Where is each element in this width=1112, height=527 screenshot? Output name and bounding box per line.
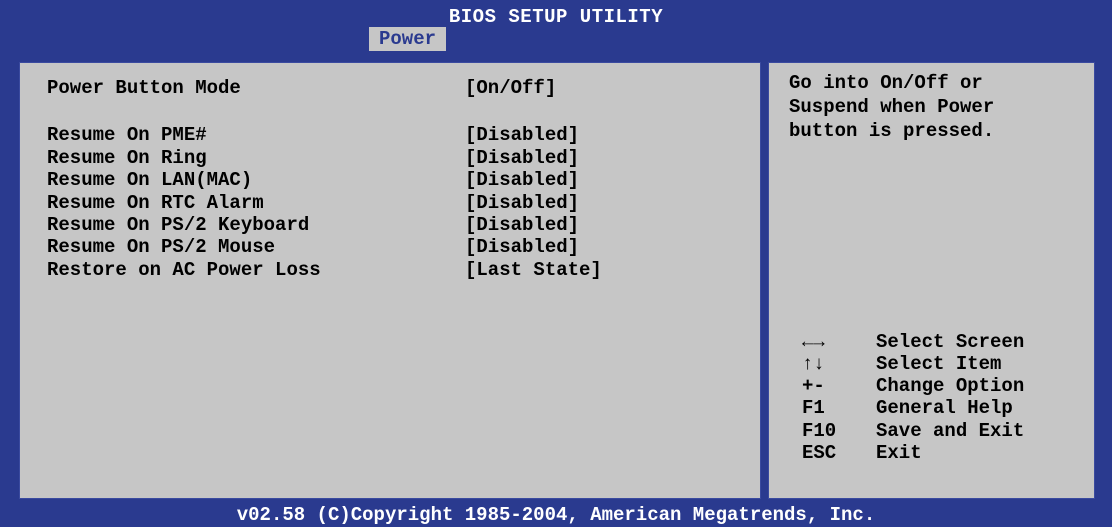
help-text: Go into On/Off or Suspend when Power but… <box>789 71 1079 143</box>
setting-value[interactable]: [Disabled] <box>465 191 579 215</box>
tab-power[interactable]: Power <box>369 27 446 51</box>
help-line: Go into On/Off or <box>789 72 983 94</box>
setting-value[interactable]: [Disabled] <box>465 235 579 259</box>
help-line: Suspend when Power <box>789 96 995 118</box>
setting-resume-on-ring[interactable]: Resume On Ring [Disabled] <box>47 146 647 170</box>
key-legend-select-item: ↑↓ Select Item <box>802 352 1092 376</box>
bios-title: BIOS SETUP UTILITY <box>448 6 664 28</box>
key-legend-change-option: +- Change Option <box>802 374 1092 398</box>
setting-label: Resume On PME# <box>47 124 207 146</box>
setting-label: Power Button Mode <box>47 77 241 99</box>
setting-resume-on-ps2-mouse[interactable]: Resume On PS/2 Mouse [Disabled] <box>47 235 647 259</box>
key-description: Select Screen <box>876 331 1025 353</box>
f1-key: F1 <box>802 397 825 419</box>
up-down-arrows-icon: ↑↓ <box>802 353 825 375</box>
key-legend-select-screen: ←→ Select Screen <box>802 330 1092 354</box>
key-description: Save and Exit <box>876 420 1025 442</box>
key-description: Select Item <box>876 353 1002 375</box>
key-description: Change Option <box>876 375 1025 397</box>
key-description: General Help <box>876 397 1013 419</box>
setting-resume-on-ps2-keyboard[interactable]: Resume On PS/2 Keyboard [Disabled] <box>47 213 647 237</box>
title-bar: BIOS SETUP UTILITY Power <box>0 0 1112 51</box>
key-legend-general-help: F1 General Help <box>802 396 1092 420</box>
setting-label: Resume On RTC Alarm <box>47 192 264 214</box>
setting-label: Resume On LAN(MAC) <box>47 169 253 191</box>
key-legend-exit: ESC Exit <box>802 441 1092 465</box>
setting-label: Resume On PS/2 Keyboard <box>47 214 310 236</box>
bios-screen: BIOS SETUP UTILITY Power Power Button Mo… <box>0 0 1112 527</box>
setting-value[interactable]: [Disabled] <box>465 168 579 192</box>
help-line: button is pressed. <box>789 120 995 142</box>
setting-label: Resume On PS/2 Mouse <box>47 236 276 258</box>
plus-minus-key: +- <box>802 375 825 397</box>
setting-value[interactable]: [Disabled] <box>465 123 579 147</box>
f10-key: F10 <box>802 420 837 442</box>
left-right-arrows-icon: ←→ <box>802 331 825 353</box>
setting-restore-on-ac-power-loss[interactable]: Restore on AC Power Loss [Last State] <box>47 258 647 282</box>
key-description: Exit <box>876 442 922 464</box>
setting-label: Restore on AC Power Loss <box>47 259 321 281</box>
setting-resume-on-rtc-alarm[interactable]: Resume On RTC Alarm [Disabled] <box>47 191 647 215</box>
setting-resume-on-lan[interactable]: Resume On LAN(MAC) [Disabled] <box>47 168 647 192</box>
setting-value[interactable]: [Disabled] <box>465 146 579 170</box>
setting-label: Resume On Ring <box>47 147 207 169</box>
key-legend-save-and-exit: F10 Save and Exit <box>802 419 1092 443</box>
setting-resume-on-pme[interactable]: Resume On PME# [Disabled] <box>47 123 647 147</box>
copyright-footer: v02.58 (C)Copyright 1985-2004, American … <box>0 504 1112 527</box>
esc-key: ESC <box>802 442 837 464</box>
setting-power-button-mode[interactable]: Power Button Mode [On/Off] <box>47 76 647 100</box>
setting-value[interactable]: [Last State] <box>465 258 602 282</box>
setting-value[interactable]: [On/Off] <box>465 76 556 100</box>
setting-value[interactable]: [Disabled] <box>465 213 579 237</box>
